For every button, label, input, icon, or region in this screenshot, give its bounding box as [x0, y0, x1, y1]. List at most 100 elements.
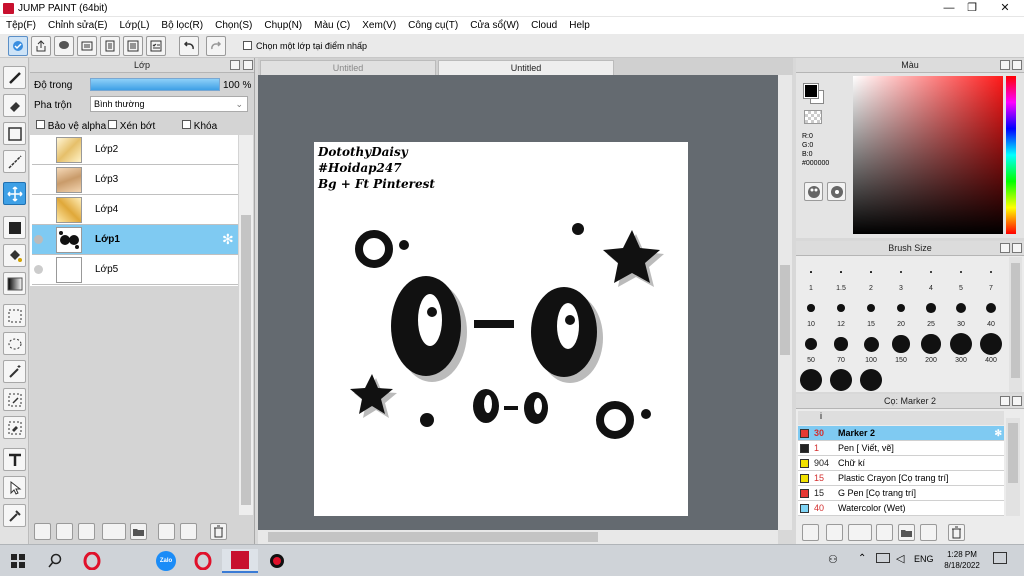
- brush-size-option[interactable]: 7: [976, 261, 1006, 293]
- add-brush-dropdown[interactable]: [848, 524, 872, 541]
- panel-close-button[interactable]: [1012, 60, 1022, 70]
- tool-eraser[interactable]: [3, 94, 26, 117]
- tool-fill-rect[interactable]: [3, 216, 26, 239]
- checkbox-box[interactable]: [243, 41, 252, 50]
- panel-float-button[interactable]: [230, 60, 240, 70]
- taskbar-zalo[interactable]: Zalo: [148, 549, 184, 573]
- tool-line[interactable]: [3, 150, 26, 173]
- menu-select[interactable]: Chọn(S): [209, 17, 258, 34]
- scroll-thumb[interactable]: [241, 215, 251, 505]
- tool-marquee[interactable]: [3, 304, 26, 327]
- brush-size-option[interactable]: 15: [856, 297, 886, 329]
- delete-layer-button[interactable]: [210, 523, 227, 540]
- windows-start-button[interactable]: [0, 549, 36, 573]
- tool-magic-wand[interactable]: [3, 360, 26, 383]
- brush-list-item[interactable]: 904 Chữ kí: [798, 456, 1004, 471]
- layer-scrollbar[interactable]: [239, 135, 253, 515]
- menu-view[interactable]: Xem(V): [356, 17, 402, 34]
- tool-eyedropper[interactable]: [3, 504, 26, 527]
- brush-size-option[interactable]: 70: [826, 333, 856, 365]
- tool-select-rect[interactable]: [3, 122, 26, 145]
- tab-untitled-1[interactable]: Untitled: [260, 60, 436, 75]
- close-button[interactable]: ✕: [990, 0, 1020, 17]
- layer-row-lop5[interactable]: Lớp5: [32, 255, 238, 285]
- layer-row-lop1[interactable]: Lớp1 ✻: [32, 225, 238, 255]
- tool-operation[interactable]: [3, 476, 26, 499]
- menu-edit[interactable]: Chỉnh sửa(E): [42, 17, 114, 34]
- checkbox-box[interactable]: [36, 120, 45, 129]
- redo-button[interactable]: [206, 36, 226, 56]
- brush-list-item[interactable]: 1 Pen [ Viết, vẽ]: [798, 441, 1004, 456]
- canvas-horizontal-scrollbar[interactable]: [258, 530, 778, 544]
- hue-slider[interactable]: [1006, 76, 1016, 234]
- tool-select-eraser[interactable]: [3, 416, 26, 439]
- page-button[interactable]: [100, 36, 120, 56]
- checkbox-box[interactable]: [182, 120, 191, 129]
- panel-float-button[interactable]: [1000, 243, 1010, 253]
- brush-settings-button[interactable]: [802, 524, 819, 541]
- taskbar-opera[interactable]: [74, 549, 110, 573]
- tool-move[interactable]: [3, 182, 26, 205]
- brush-size-option[interactable]: 400: [976, 333, 1006, 365]
- duplicate-brush-button[interactable]: [920, 524, 937, 541]
- protect-alpha-checkbox[interactable]: Bảo vệ alpha: [36, 120, 106, 132]
- visibility-toggle[interactable]: [34, 265, 43, 274]
- language-indicator[interactable]: ENG: [914, 554, 934, 564]
- brush-size-option[interactable]: 300: [946, 333, 976, 365]
- checkbox-box[interactable]: [108, 120, 117, 129]
- scroll-thumb[interactable]: [780, 265, 790, 355]
- cloud-sync-button[interactable]: [8, 36, 28, 56]
- menu-help[interactable]: Help: [563, 17, 596, 34]
- new-8bit-layer-button[interactable]: [56, 523, 73, 540]
- brush-list-item[interactable]: 30 Marker 2 ✻: [798, 426, 1004, 441]
- brush-scrollbar[interactable]: [1009, 257, 1022, 392]
- palette-button[interactable]: [804, 182, 823, 201]
- clock[interactable]: 1:28 PM 8/18/2022: [944, 549, 980, 571]
- brush-size-option[interactable]: 25: [916, 297, 946, 329]
- layer-row-lop4[interactable]: Lớp4: [32, 195, 238, 225]
- visibility-toggle[interactable]: [34, 235, 43, 244]
- drawing-canvas[interactable]: DotothyDaisy #Hoidap247 Bg + Ft Pinteres…: [314, 142, 688, 516]
- maximize-button[interactable]: ❐: [957, 0, 987, 17]
- brush-size-option[interactable]: 10: [796, 297, 826, 329]
- panel-close-button[interactable]: [1012, 243, 1022, 253]
- panel-float-button[interactable]: [1000, 60, 1010, 70]
- opacity-slider[interactable]: [90, 78, 220, 91]
- caption-button[interactable]: [77, 36, 97, 56]
- brush-list-scrollbar[interactable]: [1006, 418, 1020, 516]
- brush-size-option[interactable]: 40: [976, 297, 1006, 329]
- taskbar-search[interactable]: [37, 549, 73, 573]
- text-list-button[interactable]: [123, 36, 143, 56]
- brush-size-option[interactable]: 3: [886, 261, 916, 293]
- gear-icon[interactable]: ✻: [222, 231, 234, 248]
- saturation-value-picker[interactable]: [853, 76, 1003, 234]
- tool-select-pen[interactable]: [3, 388, 26, 411]
- brush-list-item[interactable]: 40 Watercolor (Wet): [798, 501, 1004, 516]
- notification-icon[interactable]: [993, 552, 1007, 564]
- share-button[interactable]: [31, 36, 51, 56]
- brush-size-option[interactable]: 100: [856, 333, 886, 365]
- scroll-thumb[interactable]: [268, 532, 598, 542]
- brush-list-item[interactable]: 15 Plastic Crayon [Cọ trang trí]: [798, 471, 1004, 486]
- menu-filter[interactable]: Bộ lọc(R): [155, 17, 209, 34]
- comment-button[interactable]: [54, 36, 74, 56]
- add-layer-dropdown[interactable]: [102, 523, 126, 540]
- gear-icon[interactable]: ✻: [994, 426, 1002, 441]
- taskbar-opera-2[interactable]: [185, 549, 221, 573]
- speaker-icon[interactable]: ◁: [896, 552, 904, 565]
- tool-gradient[interactable]: [3, 272, 26, 295]
- panel-close-button[interactable]: [1012, 396, 1022, 406]
- brush-list-item[interactable]: 15 G Pen [Cọ trang trí]: [798, 486, 1004, 501]
- brush-size-option[interactable]: 2: [856, 261, 886, 293]
- menu-tools[interactable]: Công cụ(T): [402, 17, 464, 34]
- people-icon[interactable]: ⚇: [828, 553, 838, 566]
- menu-capture[interactable]: Chụp(N): [258, 17, 308, 34]
- folder-button[interactable]: [130, 523, 147, 540]
- duplicate-layer-button[interactable]: [158, 523, 175, 540]
- chevron-up-icon[interactable]: ⌃: [858, 553, 866, 564]
- brush-size-option[interactable]: 12: [826, 297, 856, 329]
- tool-bucket[interactable]: [3, 244, 26, 267]
- brush-size-option[interactable]: 4: [916, 261, 946, 293]
- brush-size-option[interactable]: 50: [796, 333, 826, 365]
- layer-row-lop3[interactable]: Lớp3: [32, 165, 238, 195]
